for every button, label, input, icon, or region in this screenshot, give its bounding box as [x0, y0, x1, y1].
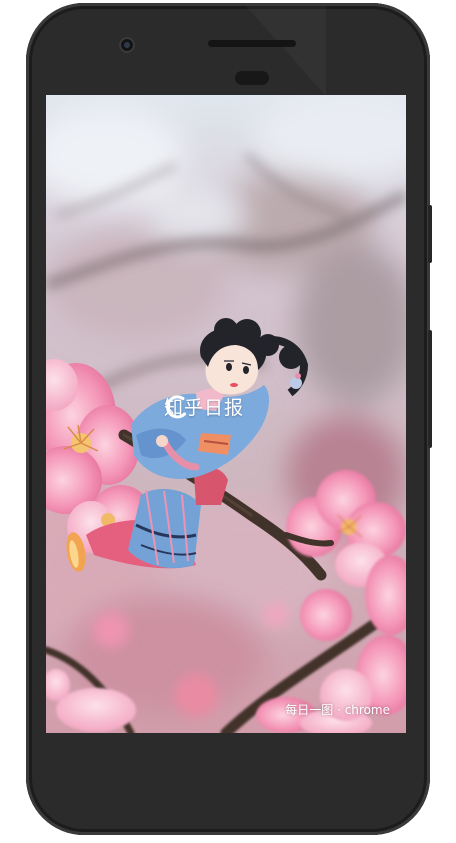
image-caption: 每日一图 · chrome [285, 703, 390, 717]
proximity-sensor [235, 71, 269, 85]
splash-logo: 知乎日报 [164, 393, 244, 420]
earpiece-speaker-icon [208, 40, 296, 47]
screen: 知乎日报 每日一图 · chrome [46, 95, 406, 733]
zhihu-daily-logo-icon [166, 395, 186, 419]
volume-button [428, 330, 432, 448]
power-button [428, 205, 432, 263]
front-camera-icon [119, 37, 135, 53]
device-frame-page: 知乎日报 每日一图 · chrome [0, 0, 456, 843]
